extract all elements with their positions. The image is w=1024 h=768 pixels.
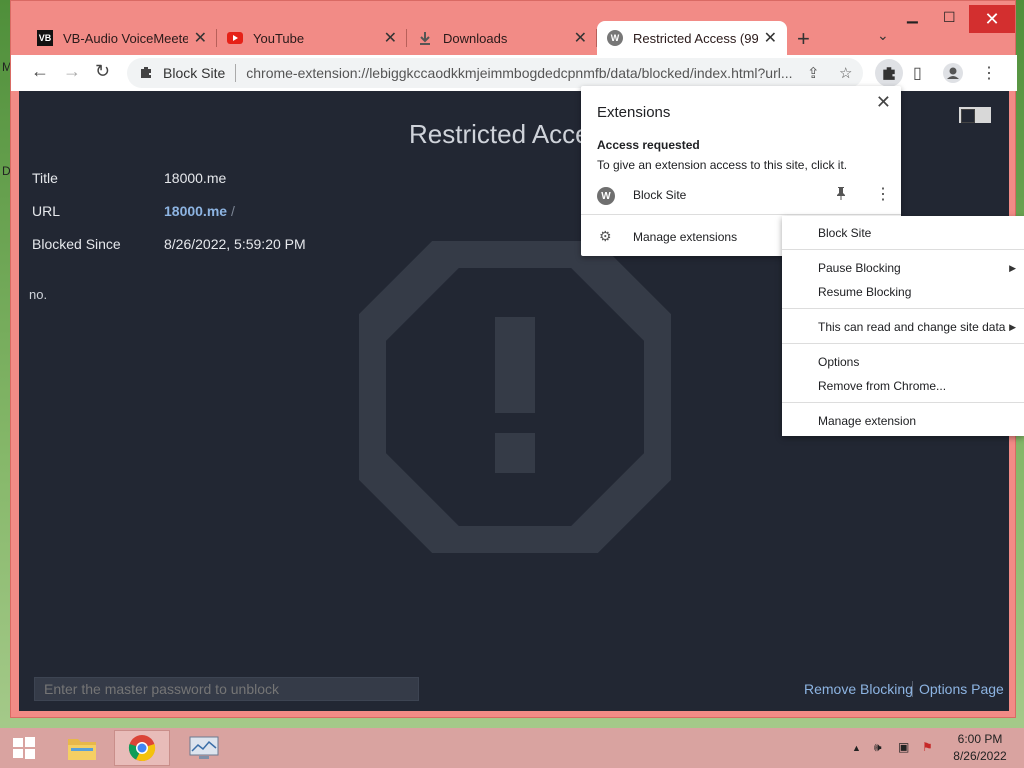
info-value: 8/26/2022, 5:59:20 PM xyxy=(164,236,306,252)
start-button[interactable] xyxy=(0,730,48,766)
extensions-puzzle-icon[interactable] xyxy=(875,59,903,87)
tab-restricted-access[interactable]: W Restricted Access (9960 ✕ xyxy=(597,21,787,55)
menu-item-site-access[interactable]: This can read and change site data xyxy=(818,320,1005,334)
clock[interactable]: 6:00 PM 8/26/2022 xyxy=(940,731,1020,765)
url-link[interactable]: 18000.me / xyxy=(164,203,235,219)
tab-voicemeeter[interactable]: VB VB-Audio VoiceMeeter ✕ xyxy=(27,21,217,55)
gear-icon: ⚙ xyxy=(599,228,612,244)
warning-octagon-icon xyxy=(359,241,671,553)
clock-date: 8/26/2022 xyxy=(953,749,1007,763)
divider xyxy=(581,214,901,215)
pin-icon[interactable] xyxy=(835,186,847,203)
windows-logo-icon xyxy=(13,737,35,759)
address-bar[interactable]: Block Site chrome-extension://lebiggkcca… xyxy=(127,58,863,88)
divider xyxy=(235,64,237,82)
menu-item-resume-blocking[interactable]: Resume Blocking xyxy=(818,285,911,299)
close-icon[interactable]: ✕ xyxy=(574,28,587,48)
menu-item-manage-extension[interactable]: Manage extension xyxy=(818,414,916,428)
network-icon[interactable]: ▣ xyxy=(898,740,909,754)
extension-w-icon: W xyxy=(607,30,623,46)
url-link-text: 18000.me xyxy=(164,203,228,219)
tab-label: YouTube xyxy=(253,30,305,46)
menu-item-remove-from-chrome[interactable]: Remove from Chrome... xyxy=(818,379,946,393)
tab-youtube[interactable]: YouTube ✕ xyxy=(217,21,407,55)
options-page-link[interactable]: Options Page xyxy=(919,681,1004,697)
divider xyxy=(782,343,1024,344)
tab-label: Downloads xyxy=(443,30,508,46)
profile-avatar-icon[interactable] xyxy=(943,63,963,88)
menu-item-pause-blocking[interactable]: Pause Blocking xyxy=(818,261,901,275)
chrome-icon xyxy=(128,735,156,762)
url-text: chrome-extension://lebiggkccaodkkmjeimmb… xyxy=(246,65,793,81)
flag-error-icon[interactable]: ⚑ xyxy=(922,740,933,754)
submenu-arrow-icon: ▶ xyxy=(1009,263,1016,273)
forward-arrow-icon[interactable]: → xyxy=(63,61,81,82)
close-icon[interactable]: ✕ xyxy=(764,28,777,48)
tab-label: VB-Audio VoiceMeeter xyxy=(63,30,188,46)
theme-toggle[interactable] xyxy=(959,107,991,123)
tab-search-chevron-icon[interactable]: ⌄ xyxy=(877,27,889,44)
bookmark-star-icon[interactable]: ☆ xyxy=(839,64,852,82)
divider xyxy=(912,681,913,697)
menu-item-options[interactable]: Options xyxy=(818,355,859,369)
tab-downloads[interactable]: Downloads ✕ xyxy=(407,21,597,55)
volume-icon[interactable]: 🕪 xyxy=(874,740,882,755)
reload-icon[interactable]: ↻ xyxy=(95,61,110,82)
master-password-input[interactable] xyxy=(34,677,419,701)
chrome-taskbar-button[interactable] xyxy=(114,730,170,766)
access-description: To give an extension access to this site… xyxy=(597,158,848,172)
youtube-icon xyxy=(227,30,243,46)
new-tab-button[interactable]: + xyxy=(797,26,810,52)
info-value: 18000.me xyxy=(164,170,227,186)
taskbar: ▲ 🕪 ▣ ⚑ 6:00 PM 8/26/2022 xyxy=(0,728,1024,768)
maximize-button[interactable]: ☐ xyxy=(943,9,956,26)
divider xyxy=(782,308,1024,309)
clock-time: 6:00 PM xyxy=(957,732,1003,746)
file-explorer-button[interactable] xyxy=(54,730,110,766)
menu-item-block-site[interactable]: Block Site xyxy=(818,226,871,240)
tab-strip: VB VB-Audio VoiceMeeter ✕ YouTube ✕ Down… xyxy=(11,1,1017,55)
extension-context-menu: Block Site Pause Blocking ▶ Resume Block… xyxy=(782,216,1024,436)
url-path: / xyxy=(230,203,235,219)
vb-audio-icon: VB xyxy=(37,30,53,46)
window-close-button[interactable]: ✕ xyxy=(969,5,1015,33)
close-icon[interactable]: ✕ xyxy=(194,28,207,48)
remove-blocking-link[interactable]: Remove Blocking xyxy=(804,681,913,697)
note-text: no. xyxy=(29,287,48,302)
site-chip: Block Site xyxy=(163,65,226,81)
access-requested-heading: Access requested xyxy=(597,138,700,152)
block-site-extension-icon: W xyxy=(597,187,615,205)
folder-icon xyxy=(68,739,96,760)
tray-chevron-icon[interactable]: ▲ xyxy=(852,743,861,753)
info-label: Title xyxy=(32,170,58,186)
submenu-arrow-icon: ▶ xyxy=(1009,322,1016,332)
extension-block-site[interactable]: Block Site xyxy=(633,188,686,202)
popup-title: Extensions xyxy=(597,104,671,121)
app-taskbar-button[interactable] xyxy=(176,730,232,766)
side-panel-icon[interactable]: ▯ xyxy=(913,63,922,83)
divider xyxy=(782,249,1024,250)
info-label: URL xyxy=(32,203,61,219)
manage-extensions-button[interactable]: Manage extensions xyxy=(633,230,737,244)
share-icon[interactable]: ⇪ xyxy=(807,64,820,82)
minimize-button[interactable]: ▁ xyxy=(907,7,918,24)
more-options-icon[interactable]: ⋮ xyxy=(875,184,891,204)
back-arrow-icon[interactable]: ← xyxy=(31,61,49,82)
download-icon xyxy=(417,30,433,46)
close-icon[interactable]: ✕ xyxy=(876,92,891,113)
monitor-app-icon xyxy=(189,736,219,759)
puzzle-icon xyxy=(139,65,155,82)
info-label: Blocked Since xyxy=(32,236,121,252)
divider xyxy=(782,402,1024,403)
close-icon[interactable]: ✕ xyxy=(384,28,397,48)
kebab-menu-icon[interactable]: ⋮ xyxy=(981,63,997,83)
tab-label: Restricted Access (9960 xyxy=(633,30,758,46)
